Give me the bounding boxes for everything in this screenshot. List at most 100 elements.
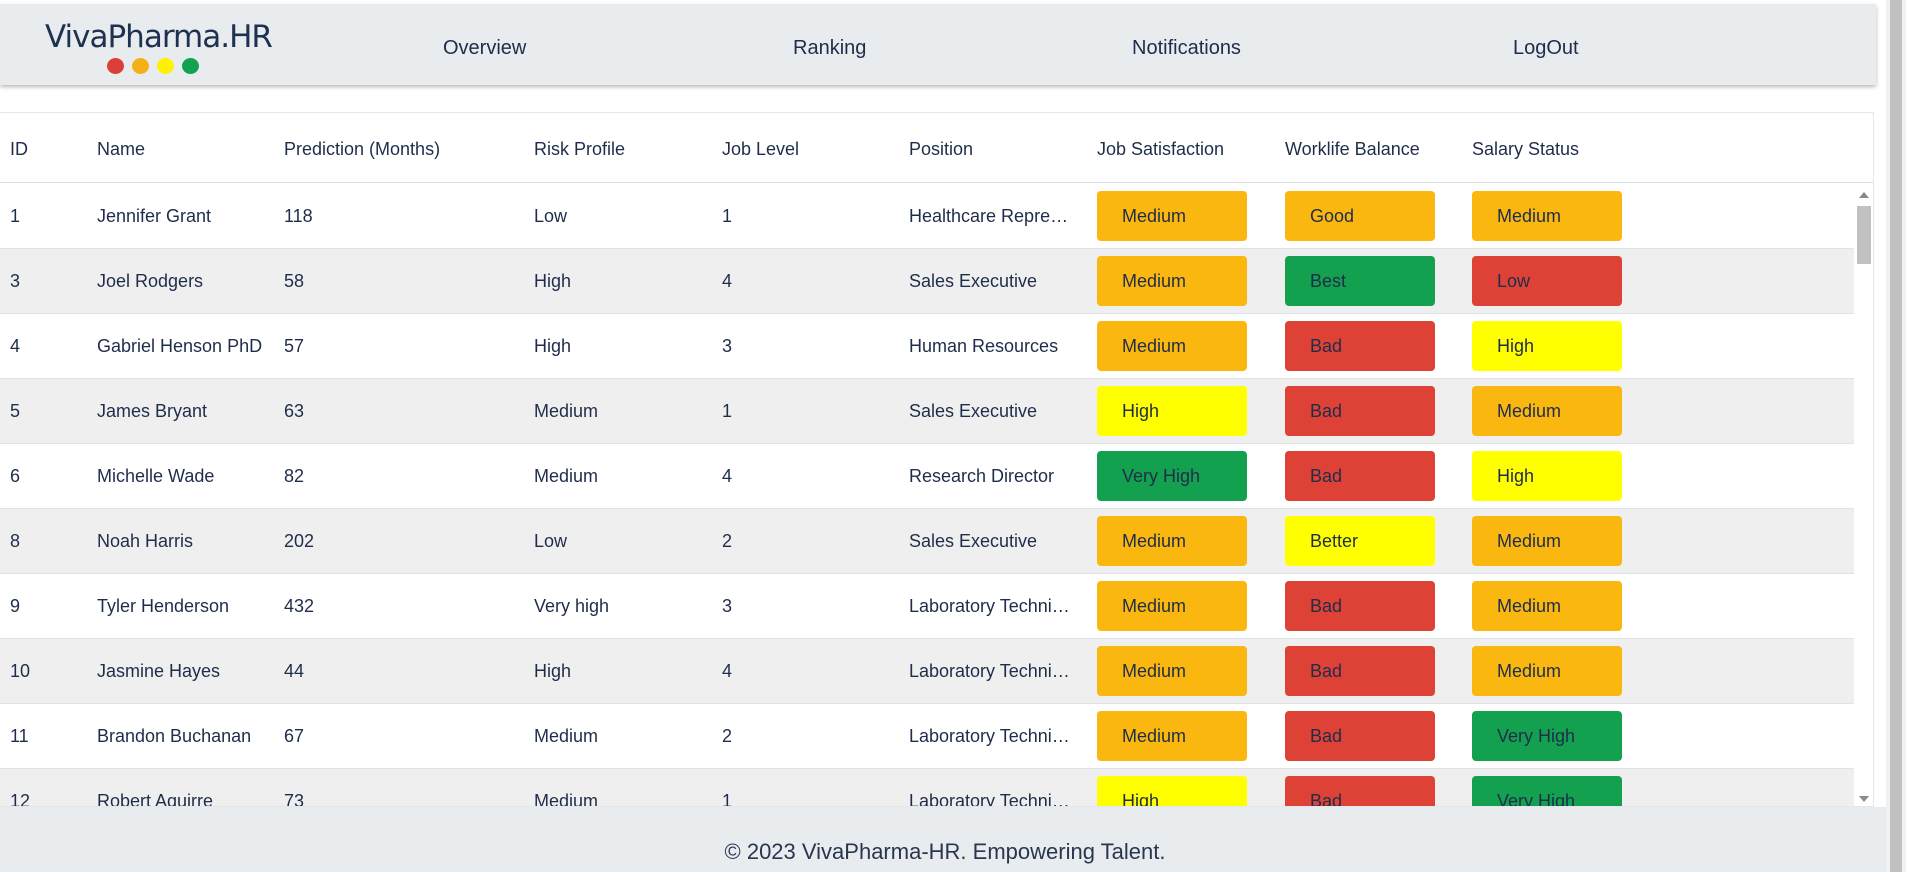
cell-position: Sales Executive bbox=[909, 271, 1038, 291]
cell-name: Michelle Wade bbox=[97, 466, 215, 486]
job-satisfaction-badge[interactable]: High bbox=[1097, 776, 1247, 806]
worklife-balance-badge[interactable]: Bad bbox=[1285, 581, 1435, 631]
brand-logo[interactable]: VivaPharma.HR bbox=[45, 20, 273, 74]
job-satisfaction-badge[interactable]: Very High bbox=[1097, 451, 1247, 501]
salary-status-badge[interactable]: High bbox=[1472, 321, 1622, 371]
worklife-balance-badge[interactable]: Better bbox=[1285, 516, 1435, 566]
column-header-position[interactable]: Position bbox=[909, 139, 973, 160]
nav-logout[interactable]: LogOut bbox=[1513, 37, 1579, 60]
cell-prediction: 82 bbox=[284, 466, 305, 486]
table-row[interactable]: 3 Joel Rodgers 58 High 4 Sales Executive… bbox=[0, 249, 1854, 314]
page-scroll-thumb[interactable] bbox=[1890, 0, 1902, 872]
scroll-up-arrow-icon[interactable] bbox=[1859, 192, 1869, 198]
cell-name: Jasmine Hayes bbox=[97, 661, 221, 681]
orange-dot-icon bbox=[132, 58, 149, 74]
worklife-balance-badge[interactable]: Good bbox=[1285, 191, 1435, 241]
cell-job-level: 1 bbox=[722, 401, 733, 421]
job-satisfaction-badge[interactable]: Medium bbox=[1097, 581, 1247, 631]
cell-prediction: 118 bbox=[284, 206, 313, 226]
yellow-dot-icon bbox=[157, 58, 174, 74]
salary-status-badge[interactable]: Very High bbox=[1472, 711, 1622, 761]
cell-job-level: 2 bbox=[722, 531, 733, 551]
salary-status-badge[interactable]: Medium bbox=[1472, 191, 1622, 241]
nav-overview[interactable]: Overview bbox=[443, 37, 526, 60]
nav-ranking[interactable]: Ranking bbox=[793, 37, 866, 60]
column-header-salary-status[interactable]: Salary Status bbox=[1472, 139, 1579, 160]
cell-position: Sales Executive bbox=[909, 531, 1038, 551]
cell-risk-profile: High bbox=[534, 661, 572, 681]
cell-risk-profile: Medium bbox=[534, 466, 599, 486]
cell-position: Healthcare Representative bbox=[909, 206, 1071, 226]
job-satisfaction-badge[interactable]: Medium bbox=[1097, 321, 1247, 371]
worklife-balance-badge[interactable]: Bad bbox=[1285, 776, 1435, 806]
table-row[interactable]: 10 Jasmine Hayes 44 High 4 Laboratory Te… bbox=[0, 639, 1854, 704]
cell-id: 11 bbox=[10, 726, 29, 746]
cell-position: Laboratory Technician bbox=[909, 596, 1071, 616]
table-row[interactable]: 5 James Bryant 63 Medium 1 Sales Executi… bbox=[0, 379, 1854, 444]
nav-notifications[interactable]: Notifications bbox=[1132, 37, 1241, 60]
column-header-risk-profile[interactable]: Risk Profile bbox=[534, 139, 625, 160]
worklife-balance-badge[interactable]: Best bbox=[1285, 256, 1435, 306]
column-header-job-satisfaction[interactable]: Job Satisfaction bbox=[1097, 139, 1224, 160]
cell-risk-profile: Low bbox=[534, 531, 568, 551]
cell-job-level: 4 bbox=[722, 661, 733, 681]
job-satisfaction-badge[interactable]: High bbox=[1097, 386, 1247, 436]
salary-status-badge[interactable]: High bbox=[1472, 451, 1622, 501]
cell-position: Laboratory Technician bbox=[909, 661, 1071, 681]
red-dot-icon bbox=[107, 58, 124, 74]
worklife-balance-badge[interactable]: Bad bbox=[1285, 451, 1435, 501]
salary-status-badge[interactable]: Medium bbox=[1472, 581, 1622, 631]
green-dot-icon bbox=[182, 58, 199, 74]
cell-name: Robert Aquirre bbox=[97, 791, 214, 807]
salary-status-badge[interactable]: Medium bbox=[1472, 646, 1622, 696]
cell-position: Human Resources bbox=[909, 336, 1059, 356]
worklife-balance-badge[interactable]: Bad bbox=[1285, 386, 1435, 436]
top-navbar: VivaPharma.HR Overview Ranking Notificat… bbox=[0, 4, 1876, 85]
job-satisfaction-badge[interactable]: Medium bbox=[1097, 191, 1247, 241]
cell-position: Laboratory Technician bbox=[909, 791, 1071, 807]
job-satisfaction-badge[interactable]: Medium bbox=[1097, 646, 1247, 696]
cell-id: 5 bbox=[10, 401, 21, 421]
cell-position: Research Director bbox=[909, 466, 1055, 486]
salary-status-badge[interactable]: Very High bbox=[1472, 776, 1622, 806]
cell-id: 1 bbox=[10, 206, 21, 226]
table-row[interactable]: 8 Noah Harris 202 Low 2 Sales Executive … bbox=[0, 509, 1854, 574]
cell-id: 12 bbox=[10, 791, 31, 807]
salary-status-badge[interactable]: Low bbox=[1472, 256, 1622, 306]
cell-risk-profile: High bbox=[534, 271, 572, 291]
column-header-name[interactable]: Name bbox=[97, 139, 145, 160]
cell-id: 10 bbox=[10, 661, 31, 681]
cell-risk-profile: Low bbox=[534, 206, 568, 226]
worklife-balance-badge[interactable]: Bad bbox=[1285, 321, 1435, 371]
brand-dots bbox=[107, 58, 199, 74]
cell-name: Brandon Buchanan bbox=[97, 726, 252, 746]
job-satisfaction-badge[interactable]: Medium bbox=[1097, 516, 1247, 566]
salary-status-badge[interactable]: Medium bbox=[1472, 516, 1622, 566]
cell-job-level: 2 bbox=[722, 726, 733, 746]
table-row[interactable]: 12 Robert Aquirre 73 Medium 1 Laboratory… bbox=[0, 769, 1854, 807]
column-header-worklife-balance[interactable]: Worklife Balance bbox=[1285, 139, 1420, 160]
column-header-id[interactable]: ID bbox=[10, 139, 28, 160]
job-satisfaction-badge[interactable]: Medium bbox=[1097, 256, 1247, 306]
cell-job-level: 3 bbox=[722, 596, 733, 616]
scroll-down-arrow-icon[interactable] bbox=[1859, 796, 1869, 802]
cell-prediction: 57 bbox=[284, 336, 305, 356]
table-body[interactable]: 1 Jennifer Grant 118 Low 1 Healthcare Re… bbox=[0, 184, 1854, 807]
table-row[interactable]: 4 Gabriel Henson PhD 57 High 3 Human Res… bbox=[0, 314, 1854, 379]
salary-status-badge[interactable]: Medium bbox=[1472, 386, 1622, 436]
column-header-job-level[interactable]: Job Level bbox=[722, 139, 799, 160]
table-row[interactable]: 1 Jennifer Grant 118 Low 1 Healthcare Re… bbox=[0, 184, 1854, 249]
column-header-prediction[interactable]: Prediction (Months) bbox=[284, 139, 440, 160]
table-row[interactable]: 9 Tyler Henderson 432 Very high 3 Labora… bbox=[0, 574, 1854, 639]
worklife-balance-badge[interactable]: Bad bbox=[1285, 711, 1435, 761]
table-scroll-thumb[interactable] bbox=[1857, 206, 1871, 264]
cell-name: Noah Harris bbox=[97, 531, 194, 551]
worklife-balance-badge[interactable]: Bad bbox=[1285, 646, 1435, 696]
table-row[interactable]: 11 Brandon Buchanan 67 Medium 2 Laborato… bbox=[0, 704, 1854, 769]
page-scrollbar[interactable] bbox=[1886, 0, 1906, 872]
table-row[interactable]: 6 Michelle Wade 82 Medium 4 Research Dir… bbox=[0, 444, 1854, 509]
cell-position: Sales Executive bbox=[909, 401, 1038, 421]
job-satisfaction-badge[interactable]: Medium bbox=[1097, 711, 1247, 761]
table-scrollbar[interactable] bbox=[1854, 184, 1873, 806]
cell-name: Jennifer Grant bbox=[97, 206, 212, 226]
